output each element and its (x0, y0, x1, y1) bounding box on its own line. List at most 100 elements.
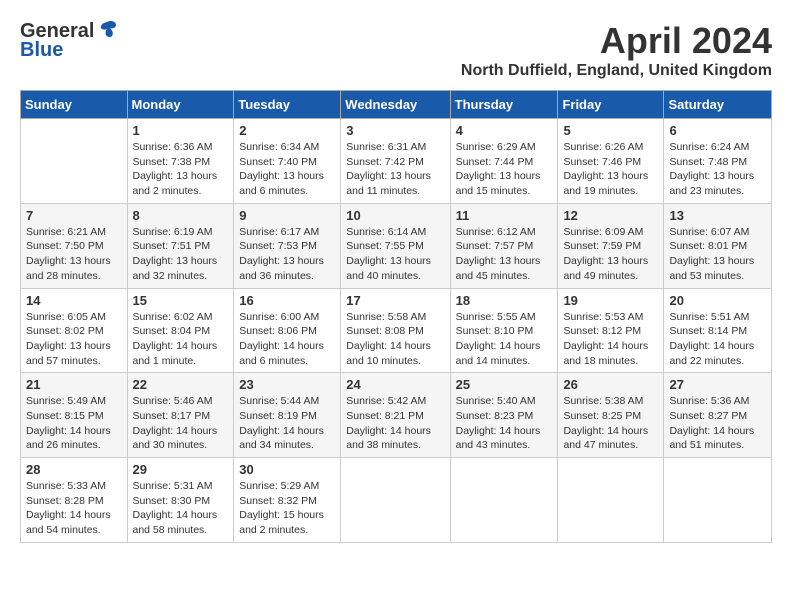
calendar-cell: 17 Sunrise: 5:58 AM Sunset: 8:08 PM Dayli… (341, 288, 450, 373)
day-info: Sunrise: 6:00 AM Sunset: 8:06 PM Dayligh… (239, 310, 335, 369)
day-number: 22 (133, 377, 229, 392)
day-info: Sunrise: 6:02 AM Sunset: 8:04 PM Dayligh… (133, 310, 229, 369)
calendar-cell: 14 Sunrise: 6:05 AM Sunset: 8:02 PM Dayli… (21, 288, 128, 373)
day-number: 17 (346, 293, 444, 308)
calendar-cell: 23 Sunrise: 5:44 AM Sunset: 8:19 PM Dayli… (234, 373, 341, 458)
calendar-week-row: 7 Sunrise: 6:21 AM Sunset: 7:50 PM Daylig… (21, 203, 772, 288)
calendar-table: SundayMondayTuesdayWednesdayThursdayFrid… (20, 90, 772, 543)
header-sunday: Sunday (21, 91, 128, 119)
day-info: Sunrise: 6:36 AM Sunset: 7:38 PM Dayligh… (133, 140, 229, 199)
calendar-cell: 16 Sunrise: 6:00 AM Sunset: 8:06 PM Dayli… (234, 288, 341, 373)
day-number: 23 (239, 377, 335, 392)
day-number: 6 (669, 123, 766, 138)
calendar-cell (664, 458, 772, 543)
day-info: Sunrise: 5:51 AM Sunset: 8:14 PM Dayligh… (669, 310, 766, 369)
calendar-cell: 29 Sunrise: 5:31 AM Sunset: 8:30 PM Dayli… (127, 458, 234, 543)
day-info: Sunrise: 5:42 AM Sunset: 8:21 PM Dayligh… (346, 394, 444, 453)
calendar-cell: 25 Sunrise: 5:40 AM Sunset: 8:23 PM Dayli… (450, 373, 558, 458)
calendar-cell: 22 Sunrise: 5:46 AM Sunset: 8:17 PM Dayli… (127, 373, 234, 458)
day-number: 18 (456, 293, 553, 308)
day-info: Sunrise: 5:40 AM Sunset: 8:23 PM Dayligh… (456, 394, 553, 453)
day-info: Sunrise: 6:34 AM Sunset: 7:40 PM Dayligh… (239, 140, 335, 199)
day-info: Sunrise: 6:31 AM Sunset: 7:42 PM Dayligh… (346, 140, 444, 199)
day-number: 21 (26, 377, 122, 392)
day-number: 30 (239, 462, 335, 477)
header-saturday: Saturday (664, 91, 772, 119)
calendar-cell: 2 Sunrise: 6:34 AM Sunset: 7:40 PM Daylig… (234, 119, 341, 204)
day-number: 7 (26, 208, 122, 223)
day-number: 16 (239, 293, 335, 308)
day-number: 11 (456, 208, 553, 223)
day-info: Sunrise: 5:46 AM Sunset: 8:17 PM Dayligh… (133, 394, 229, 453)
calendar-cell: 9 Sunrise: 6:17 AM Sunset: 7:53 PM Daylig… (234, 203, 341, 288)
header-wednesday: Wednesday (341, 91, 450, 119)
calendar-cell: 18 Sunrise: 5:55 AM Sunset: 8:10 PM Dayli… (450, 288, 558, 373)
calendar-week-row: 14 Sunrise: 6:05 AM Sunset: 8:02 PM Dayli… (21, 288, 772, 373)
page-header: General Blue April 2024 North Duffield, … (20, 20, 772, 80)
logo-blue-text: Blue (20, 39, 63, 62)
day-info: Sunrise: 5:33 AM Sunset: 8:28 PM Dayligh… (26, 479, 122, 538)
calendar-cell: 3Sunrise: 6:31 AM Sunset: 7:42 PM Daylig… (341, 119, 450, 204)
calendar-cell: 12 Sunrise: 6:09 AM Sunset: 7:59 PM Dayli… (558, 203, 664, 288)
calendar-cell: 28Sunrise: 5:33 AM Sunset: 8:28 PM Dayli… (21, 458, 128, 543)
day-info: Sunrise: 5:58 AM Sunset: 8:08 PM Dayligh… (346, 310, 444, 369)
day-number: 19 (563, 293, 658, 308)
day-number: 24 (346, 377, 444, 392)
calendar-cell: 30 Sunrise: 5:29 AM Sunset: 8:32 PM Dayli… (234, 458, 341, 543)
calendar-header-row: SundayMondayTuesdayWednesdayThursdayFrid… (21, 91, 772, 119)
day-info: Sunrise: 6:07 AM Sunset: 8:01 PM Dayligh… (669, 225, 766, 284)
logo: General Blue (20, 20, 118, 62)
day-number: 29 (133, 462, 229, 477)
calendar-cell: 7 Sunrise: 6:21 AM Sunset: 7:50 PM Daylig… (21, 203, 128, 288)
calendar-week-row: 1 Sunrise: 6:36 AM Sunset: 7:38 PM Daylig… (21, 119, 772, 204)
day-number: 13 (669, 208, 766, 223)
title-block: April 2024 North Duffield, England, Unit… (461, 20, 772, 80)
header-tuesday: Tuesday (234, 91, 341, 119)
calendar-cell: 10Sunrise: 6:14 AM Sunset: 7:55 PM Dayli… (341, 203, 450, 288)
calendar-cell: 19 Sunrise: 5:53 AM Sunset: 8:12 PM Dayli… (558, 288, 664, 373)
day-info: Sunrise: 5:44 AM Sunset: 8:19 PM Dayligh… (239, 394, 335, 453)
calendar-cell: 11 Sunrise: 6:12 AM Sunset: 7:57 PM Dayli… (450, 203, 558, 288)
calendar-cell: 24 Sunrise: 5:42 AM Sunset: 8:21 PM Dayli… (341, 373, 450, 458)
day-info: Sunrise: 6:21 AM Sunset: 7:50 PM Dayligh… (26, 225, 122, 284)
day-number: 25 (456, 377, 553, 392)
day-info: Sunrise: 5:31 AM Sunset: 8:30 PM Dayligh… (133, 479, 229, 538)
day-number: 14 (26, 293, 122, 308)
day-number: 26 (563, 377, 658, 392)
calendar-cell: 26Sunrise: 5:38 AM Sunset: 8:25 PM Dayli… (558, 373, 664, 458)
calendar-cell: 8 Sunrise: 6:19 AM Sunset: 7:51 PM Daylig… (127, 203, 234, 288)
day-number: 12 (563, 208, 658, 223)
calendar-week-row: 21 Sunrise: 5:49 AM Sunset: 8:15 PM Dayli… (21, 373, 772, 458)
day-info: Sunrise: 6:19 AM Sunset: 7:51 PM Dayligh… (133, 225, 229, 284)
header-monday: Monday (127, 91, 234, 119)
day-number: 15 (133, 293, 229, 308)
day-number: 10 (346, 208, 444, 223)
calendar-cell (450, 458, 558, 543)
day-number: 2 (239, 123, 335, 138)
day-info: Sunrise: 6:09 AM Sunset: 7:59 PM Dayligh… (563, 225, 658, 284)
day-info: Sunrise: 6:05 AM Sunset: 8:02 PM Dayligh… (26, 310, 122, 369)
day-number: 27 (669, 377, 766, 392)
day-info: Sunrise: 6:24 AM Sunset: 7:48 PM Dayligh… (669, 140, 766, 199)
calendar-cell: 6 Sunrise: 6:24 AM Sunset: 7:48 PM Daylig… (664, 119, 772, 204)
calendar-cell: 21 Sunrise: 5:49 AM Sunset: 8:15 PM Dayli… (21, 373, 128, 458)
day-info: Sunrise: 5:29 AM Sunset: 8:32 PM Dayligh… (239, 479, 335, 538)
calendar-cell: 4Sunrise: 6:29 AM Sunset: 7:44 PM Daylig… (450, 119, 558, 204)
day-info: Sunrise: 5:55 AM Sunset: 8:10 PM Dayligh… (456, 310, 553, 369)
calendar-cell: 13 Sunrise: 6:07 AM Sunset: 8:01 PM Dayli… (664, 203, 772, 288)
calendar-cell (558, 458, 664, 543)
day-info: Sunrise: 6:17 AM Sunset: 7:53 PM Dayligh… (239, 225, 335, 284)
header-friday: Friday (558, 91, 664, 119)
day-number: 9 (239, 208, 335, 223)
calendar-cell (21, 119, 128, 204)
day-number: 1 (133, 123, 229, 138)
day-info: Sunrise: 5:53 AM Sunset: 8:12 PM Dayligh… (563, 310, 658, 369)
day-info: Sunrise: 5:49 AM Sunset: 8:15 PM Dayligh… (26, 394, 122, 453)
calendar-week-row: 28Sunrise: 5:33 AM Sunset: 8:28 PM Dayli… (21, 458, 772, 543)
day-number: 5 (563, 123, 658, 138)
day-number: 8 (133, 208, 229, 223)
day-info: Sunrise: 6:29 AM Sunset: 7:44 PM Dayligh… (456, 140, 553, 199)
calendar-cell: 15 Sunrise: 6:02 AM Sunset: 8:04 PM Dayli… (127, 288, 234, 373)
header-thursday: Thursday (450, 91, 558, 119)
day-info: Sunrise: 6:12 AM Sunset: 7:57 PM Dayligh… (456, 225, 553, 284)
